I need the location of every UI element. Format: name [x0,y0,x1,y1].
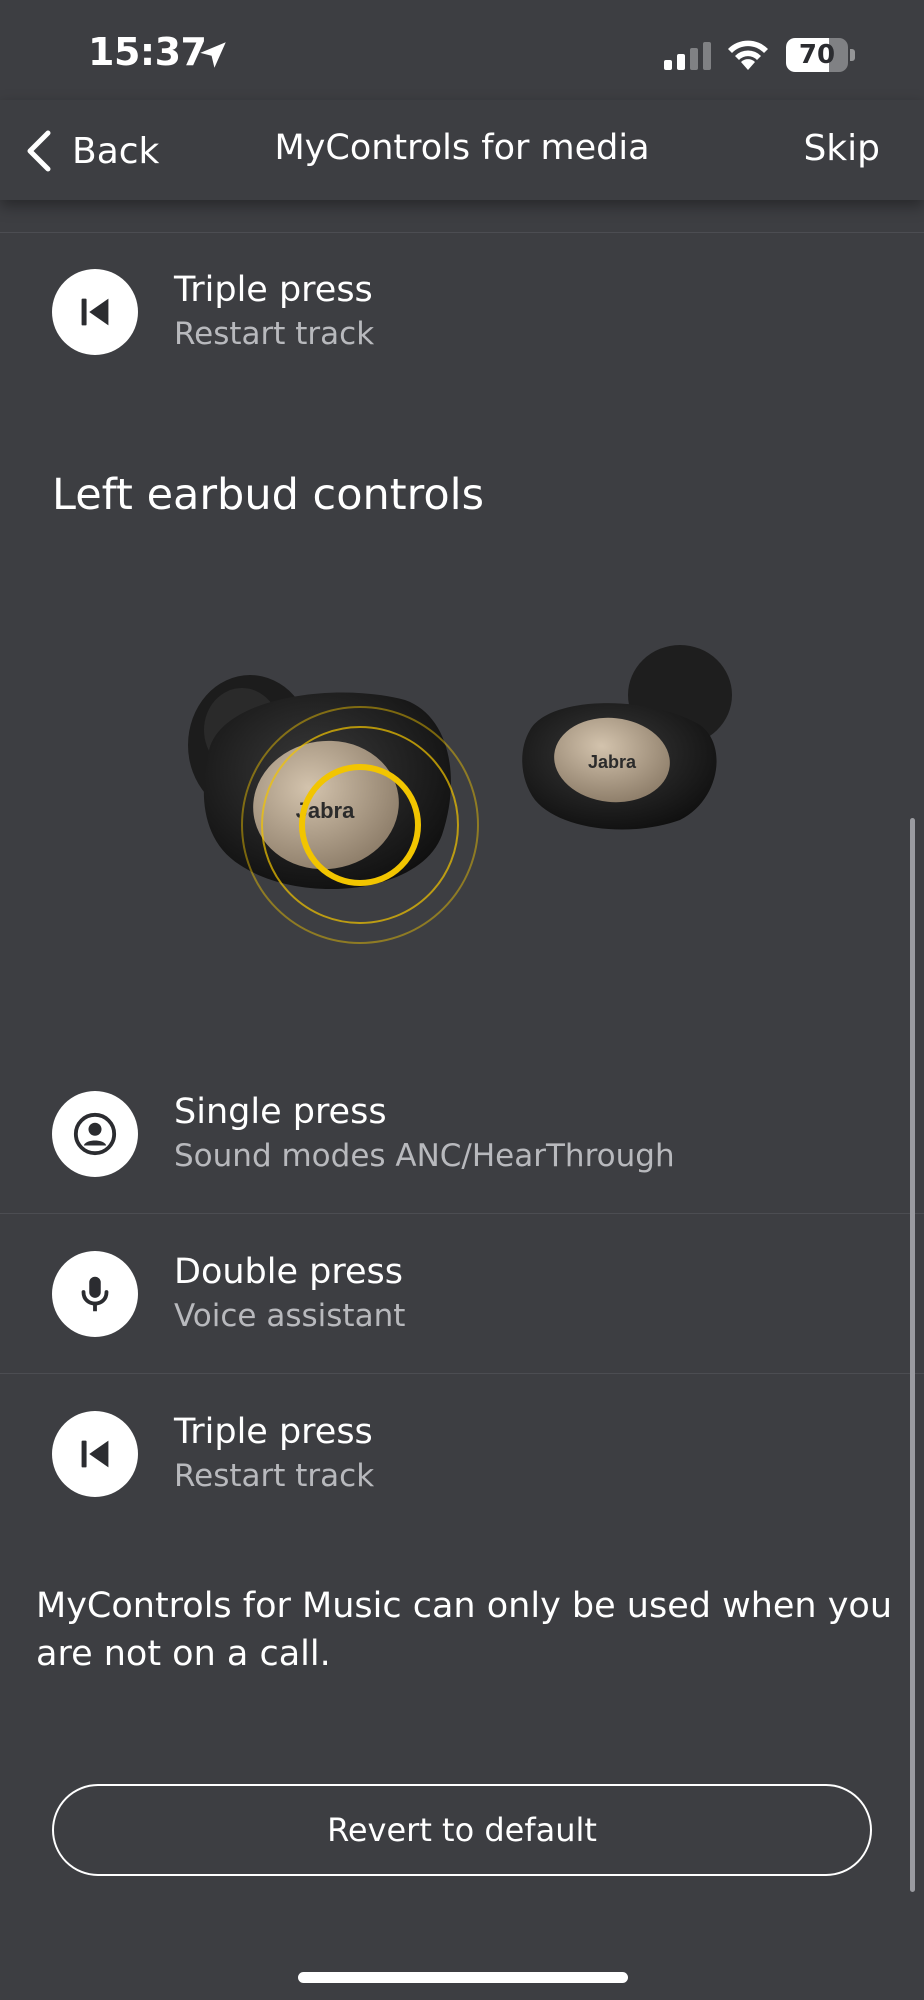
scrollbar[interactable] [910,818,915,1892]
control-row-triple-press[interactable]: Triple press Restart track [0,1374,924,1534]
left-earbud: Jabra [188,675,479,944]
control-row-single-press[interactable]: Single press Sound modes ANC/HearThrough [0,1054,924,1214]
status-time: 15:37 [88,30,207,74]
back-button[interactable]: Back [24,126,159,176]
earbuds-illustration: Jabra Jabra [188,645,732,944]
location-arrow-icon [200,42,226,68]
screen: 15:37 70 Back MyControls for media Skip … [0,0,924,2000]
control-subtitle: Sound modes ANC/HearThrough [174,1138,675,1174]
control-row-top-triple-press[interactable]: Triple press Restart track [0,232,924,392]
restart-track-icon [52,269,138,355]
chevron-left-icon [27,130,51,172]
control-subtitle: Voice assistant [174,1298,406,1334]
battery-percent: 70 [798,40,836,70]
control-subtitle: Restart track [174,316,375,352]
control-title: Triple press [174,270,373,310]
control-title: Double press [174,1252,403,1292]
control-row-double-press[interactable]: Double press Voice assistant [0,1214,924,1374]
skip-button[interactable]: Skip [803,128,880,169]
control-title: Triple press [174,1412,373,1452]
person-icon [52,1091,138,1177]
back-label: Back [72,130,160,172]
wifi-icon [728,40,768,70]
earbud-brand-label-right: Jabra [588,752,637,772]
control-title: Single press [174,1092,387,1132]
battery-icon: 70 [786,38,856,72]
section-title-left-earbud: Left earbud controls [52,470,485,520]
nav-bar: Back MyControls for media Skip [0,100,924,200]
status-bar: 15:37 70 [0,0,924,100]
right-earbud: Jabra [522,645,732,830]
microphone-icon [52,1251,138,1337]
restart-track-icon [52,1411,138,1497]
cellular-signal-icon [664,42,711,70]
home-indicator[interactable] [298,1972,628,1983]
control-subtitle: Restart track [174,1458,375,1494]
info-note: MyControls for Music can only be used wh… [36,1586,893,1674]
revert-to-default-button[interactable]: Revert to default [52,1784,872,1876]
